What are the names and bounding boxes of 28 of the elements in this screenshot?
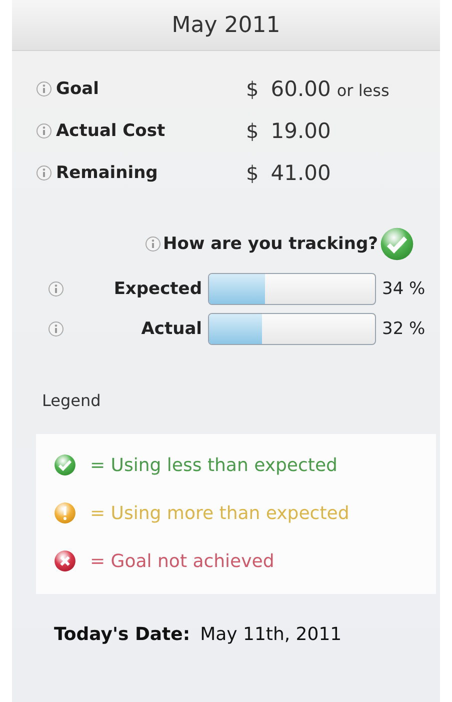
date-label: Today's Date: [54, 624, 190, 645]
summary-label: Remaining [56, 163, 158, 183]
info-icon[interactable] [36, 81, 52, 97]
month-title: May 2011 [12, 0, 440, 51]
info-icon[interactable] [145, 236, 162, 252]
info-icon[interactable] [48, 281, 64, 297]
currency-sign: $ [246, 119, 259, 143]
legend-title: Legend [41, 390, 102, 410]
summary-label: Goal [56, 79, 99, 99]
info-icon[interactable] [48, 321, 64, 337]
summary-label: Actual Cost [56, 121, 166, 141]
tracking-question: How are you tracking? [163, 234, 378, 254]
legend-text: = Goal not achieved [90, 550, 274, 572]
progress-reading: 32 % [382, 319, 426, 339]
info-icon[interactable] [36, 123, 52, 139]
legend-text: = Using less than expected [90, 454, 338, 476]
amount-value: 41.00 [270, 161, 331, 185]
progress-label: Expected [114, 279, 202, 299]
amount-value: 60.00 [270, 77, 331, 101]
amount-suffix: or less [336, 81, 390, 100]
legend-text: = Using more than expected [90, 502, 350, 524]
currency-sign: $ [246, 77, 259, 101]
date-value: May 11th, 2011 [200, 624, 342, 645]
amount-value: 19.00 [270, 119, 331, 143]
info-icon[interactable] [36, 165, 52, 181]
progress-reading: 34 % [382, 279, 426, 299]
currency-sign: $ [246, 161, 259, 185]
progress-label: Actual [141, 319, 202, 339]
